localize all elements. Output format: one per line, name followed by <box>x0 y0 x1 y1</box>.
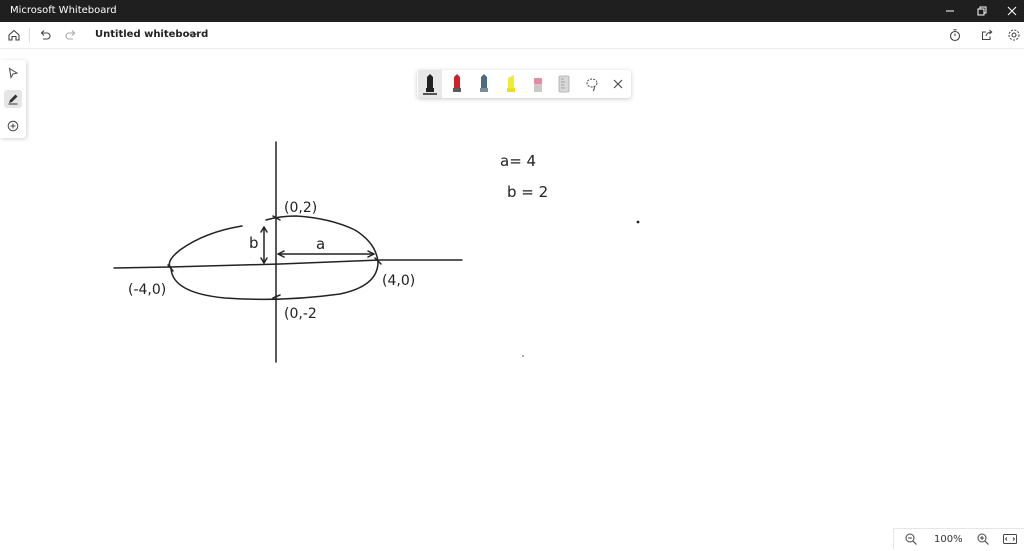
zoom-in-button[interactable] <box>976 532 990 546</box>
label-semi-major: a <box>316 235 325 253</box>
redo-button[interactable] <box>62 26 80 44</box>
ellipse-stroke <box>168 215 379 301</box>
restore-button[interactable] <box>966 0 998 22</box>
undo-icon <box>40 30 51 40</box>
label-top-point: (0,2) <box>284 200 317 216</box>
fit-screen-icon <box>1003 534 1017 544</box>
zoom-out-button[interactable] <box>904 532 918 546</box>
chevron-down-icon <box>189 33 197 38</box>
fit-to-screen-button[interactable] <box>1002 532 1018 546</box>
zoom-controls: 100% <box>893 528 1024 549</box>
zoom-in-icon <box>977 533 989 545</box>
title-bar: Microsoft Whiteboard <box>0 0 1024 22</box>
close-icon <box>1007 6 1017 16</box>
timer-button[interactable] <box>946 26 964 44</box>
zoom-out-icon <box>905 533 917 545</box>
label-right-point: (4,0) <box>382 273 415 289</box>
zoom-level: 100% <box>934 534 963 545</box>
minimize-button[interactable] <box>934 0 966 22</box>
home-button[interactable] <box>5 26 23 44</box>
ink-dot <box>522 355 524 357</box>
x-axis-stroke <box>113 259 463 269</box>
title-dropdown-button[interactable] <box>184 26 202 44</box>
timer-icon <box>949 29 961 42</box>
share-button[interactable] <box>978 26 996 44</box>
label-semi-minor: b <box>249 234 259 252</box>
label-bottom-point: (0,-2 <box>284 306 317 322</box>
label-a-value: a= 4 <box>500 152 536 170</box>
restore-icon <box>977 6 987 16</box>
label-b-value: b = 2 <box>507 183 548 201</box>
minimize-icon <box>946 10 954 12</box>
toolbar-divider <box>29 28 30 42</box>
whiteboard-canvas[interactable]: (0,2) (0,-2 (-4,0) (4,0) b a a= 4 b = 2 <box>0 48 1024 528</box>
close-button[interactable] <box>996 0 1024 22</box>
home-icon <box>8 29 20 41</box>
redo-icon <box>65 30 76 40</box>
app-title: Microsoft Whiteboard <box>10 5 117 16</box>
share-icon <box>981 29 993 41</box>
ink-dot <box>636 220 640 224</box>
label-left-point: (-4,0) <box>128 282 166 298</box>
top-toolbar: Untitled whiteboard <box>0 22 1024 49</box>
gear-icon <box>1008 29 1020 41</box>
settings-button[interactable] <box>1005 26 1023 44</box>
undo-button[interactable] <box>36 26 54 44</box>
